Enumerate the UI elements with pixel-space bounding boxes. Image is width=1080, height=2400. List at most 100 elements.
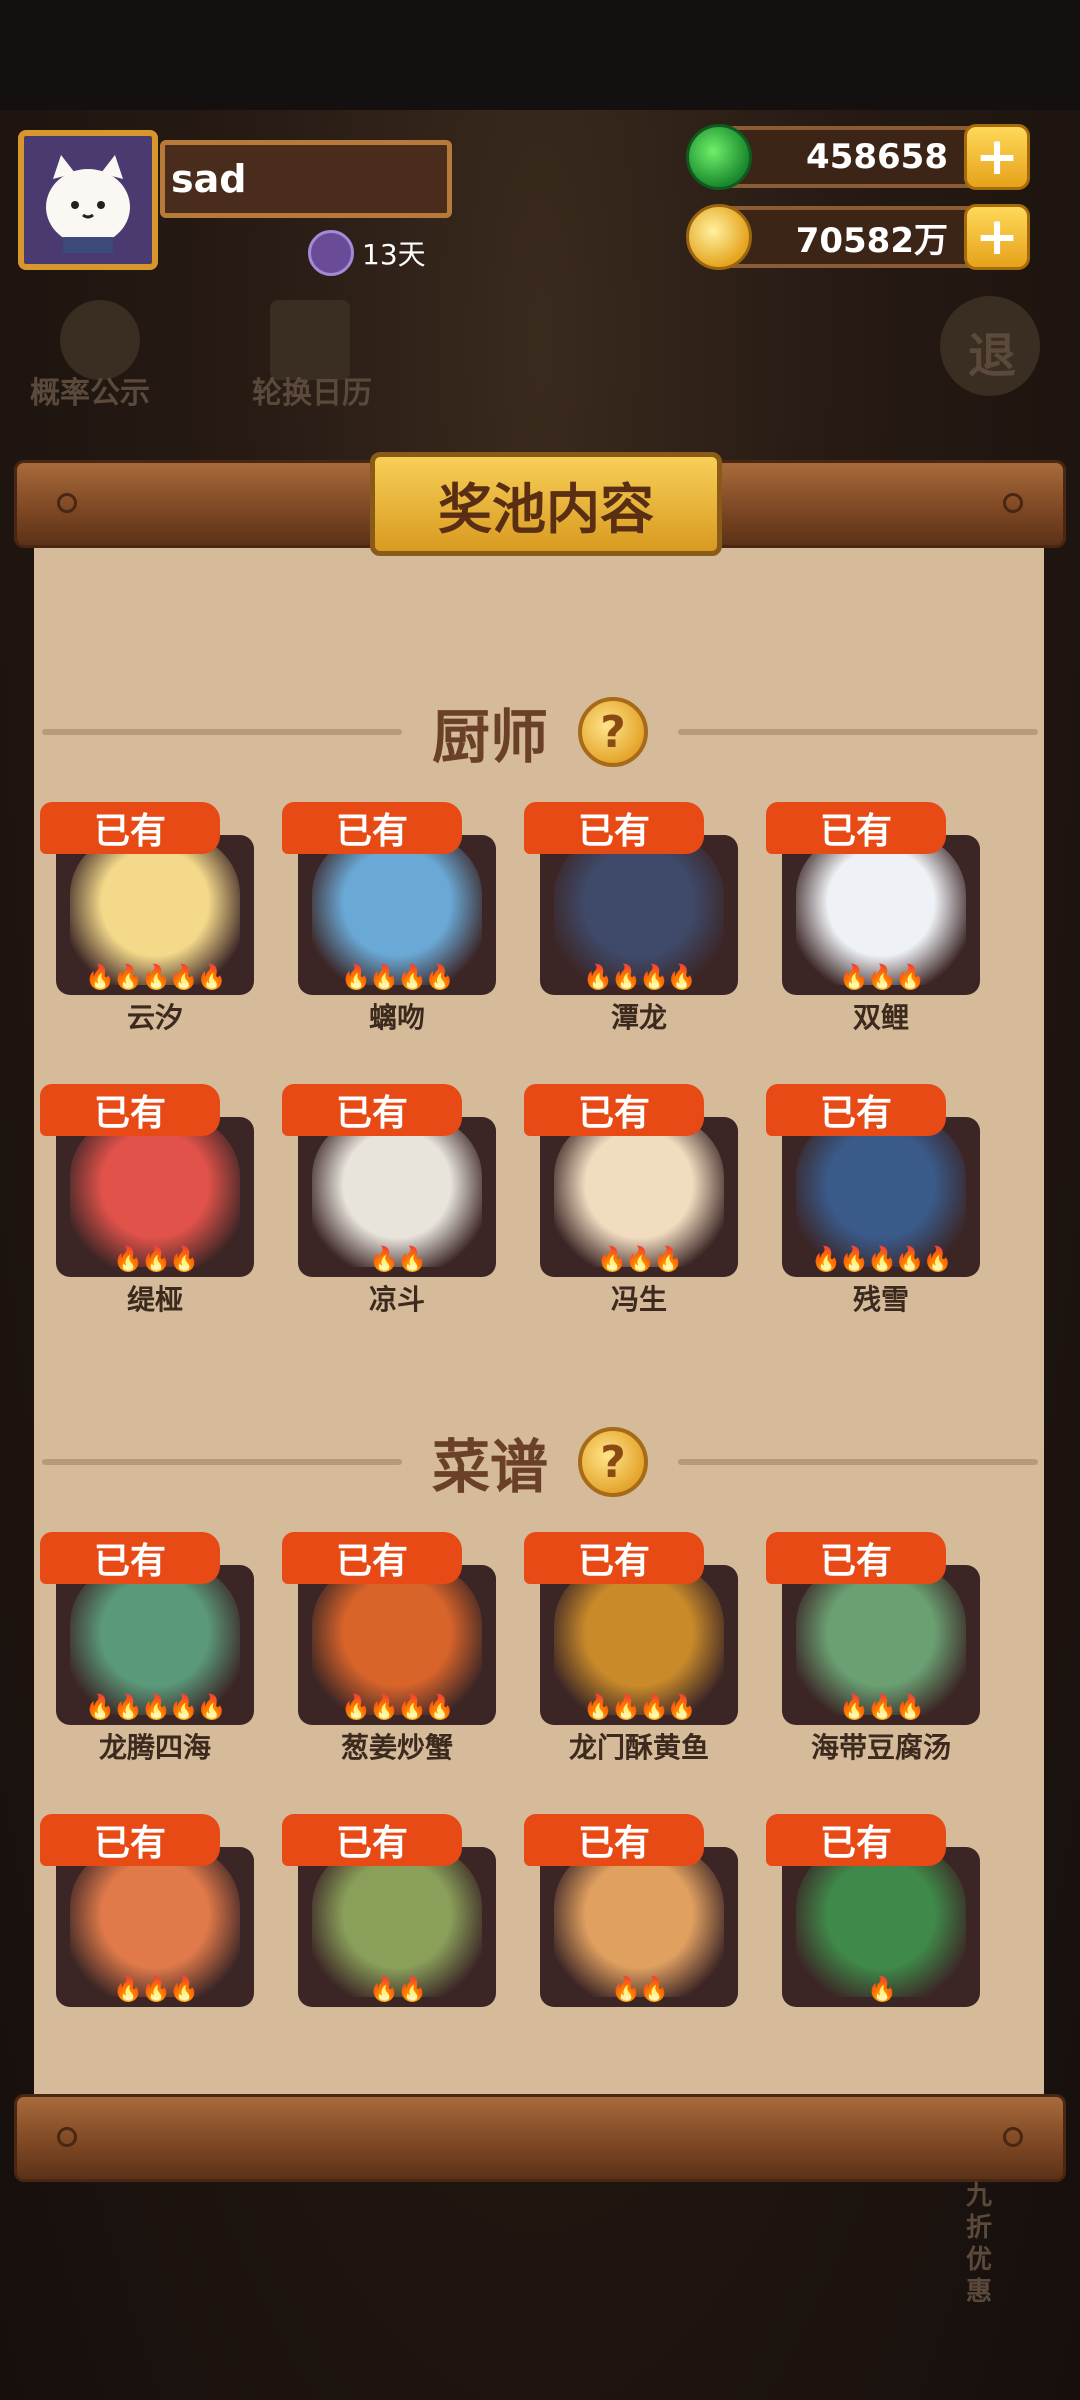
recipe-section-title: 菜谱 <box>431 1433 548 1501</box>
chef-card[interactable]: 🔥🔥🔥 已有 双鲤 <box>766 800 982 1034</box>
recipe-card[interactable]: 🔥 已有 <box>766 1812 982 2022</box>
flame-rating-icon: 🔥🔥🔥🔥 <box>583 1693 697 1721</box>
divider <box>678 729 1038 735</box>
chef-card[interactable]: 🔥🔥🔥🔥 已有 潭龙 <box>524 800 740 1034</box>
chef-name: 缇桠 <box>126 1283 183 1316</box>
top-bar <box>0 0 1080 110</box>
flame-rating-icon: 🔥🔥🔥 <box>113 1975 199 2003</box>
exit-label: 退 <box>968 328 1017 384</box>
recipe-frame: 🔥🔥 <box>540 1847 738 2007</box>
chef-name: 凉斗 <box>368 1283 425 1316</box>
flame-rating-icon: 🔥🔥 <box>369 1245 427 1273</box>
avatar-small-icon <box>308 230 354 276</box>
chef-card[interactable]: 🔥🔥 已有凉斗 <box>282 1082 498 1316</box>
recipe-frame: 🔥🔥 <box>298 1847 496 2007</box>
recipe-card[interactable]: 🔥🔥🔥🔥 已有龙门酥黄鱼 <box>524 1530 740 1764</box>
recipe-name: 海带豆腐汤 <box>810 1731 951 1764</box>
chef-name: 冯生 <box>610 1283 667 1316</box>
coin-currency: 70582万 + <box>686 204 1030 270</box>
cat-avatar-icon <box>46 155 130 253</box>
flame-rating-icon: 🔥🔥🔥 <box>113 1245 199 1273</box>
owned-badge: 已有 <box>766 1532 946 1584</box>
owned-badge: 已有 <box>40 1814 220 1866</box>
chef-section-header: 厨师 ? <box>0 690 1080 774</box>
panel-title: 奖池内容 <box>370 452 722 556</box>
owned-badge: 已有 <box>766 1084 946 1136</box>
owned-badge: 已有 <box>40 1084 220 1136</box>
panel-title-text: 奖池内容 <box>438 477 654 541</box>
chef-frame: 🔥🔥 <box>298 1117 496 1277</box>
recipe-card[interactable]: 🔥🔥🔥 已有海带豆腐汤 <box>766 1530 982 1764</box>
chef-card[interactable]: 🔥🔥🔥🔥🔥 已有云汐 <box>40 800 256 1034</box>
rod-knob <box>1003 2127 1023 2147</box>
owned-badge: 已有 <box>524 802 704 854</box>
days-text: 13天 <box>362 238 426 271</box>
recipe-frame: 🔥🔥🔥🔥 <box>540 1565 738 1725</box>
recipe-name: 龙腾四海 <box>98 1731 211 1764</box>
divider <box>41 729 402 735</box>
chef-frame: 🔥🔥🔥 <box>56 1117 254 1277</box>
owned-badge: 已有 <box>40 1532 220 1584</box>
chef-card[interactable]: 🔥🔥🔥🔥 已有 螭吻 <box>282 800 498 1034</box>
probability-button[interactable]: 概率公示 <box>30 368 150 412</box>
flame-rating-icon: 🔥🔥🔥🔥 <box>583 963 697 991</box>
add-jade-button[interactable]: + <box>964 124 1030 190</box>
chef-name: 云汐 <box>126 1001 183 1034</box>
chef-card[interactable]: 🔥🔥🔥 已有缇桠 <box>40 1082 256 1316</box>
player-name: sad <box>160 140 452 218</box>
flame-rating-icon: 🔥🔥🔥 <box>839 963 925 991</box>
player-name-text: sad <box>171 157 247 201</box>
chef-frame: 🔥🔥🔥🔥🔥 <box>56 835 254 995</box>
question-icon: ? <box>600 1436 626 1488</box>
recipe-card[interactable]: 🔥🔥🔥🔥 已有葱姜炒蟹 <box>282 1530 498 1764</box>
chef-card[interactable]: 🔥🔥🔥🔥🔥 已有残雪 <box>766 1082 982 1316</box>
recipe-help-button[interactable]: ? <box>578 1427 648 1497</box>
owned-badge: 已有 <box>282 1084 462 1136</box>
flame-rating-icon: 🔥🔥🔥🔥🔥 <box>85 1693 226 1721</box>
owned-badge: 已有 <box>524 1532 704 1584</box>
rod-knob <box>57 493 77 513</box>
divider <box>678 1459 1038 1465</box>
coin-amount: 70582万 <box>795 220 948 261</box>
recipe-frame: 🔥🔥🔥 <box>782 1565 980 1725</box>
recipe-card[interactable]: 🔥🔥 已有 <box>524 1812 740 2022</box>
flame-rating-icon: 🔥🔥🔥 <box>839 1693 925 1721</box>
chef-card[interactable]: 🔥🔥🔥 已有冯生 <box>524 1082 740 1316</box>
recipe-frame: 🔥 <box>782 1847 980 2007</box>
flame-rating-icon: 🔥🔥🔥🔥 <box>341 963 455 991</box>
recipe-name: 龙门酥黄鱼 <box>568 1731 709 1764</box>
chef-frame: 🔥🔥🔥🔥 <box>298 835 496 995</box>
discount-tag[interactable]: 九折优惠 <box>966 2180 1014 2308</box>
chef-frame: 🔥🔥🔥 <box>782 835 980 995</box>
chef-frame: 🔥🔥🔥🔥🔥 <box>782 1117 980 1277</box>
flame-rating-icon: 🔥🔥 <box>611 1975 669 2003</box>
owned-badge: 已有 <box>282 1532 462 1584</box>
plus-icon: + <box>975 207 1019 267</box>
chef-frame: 🔥🔥🔥 <box>540 1117 738 1277</box>
add-coin-button[interactable]: + <box>964 204 1030 270</box>
chef-name: 残雪 <box>852 1283 909 1316</box>
owned-badge: 已有 <box>524 1084 704 1136</box>
recipe-name: 葱姜炒蟹 <box>340 1731 453 1764</box>
flame-rating-icon: 🔥🔥🔥 <box>597 1245 683 1273</box>
recipe-card[interactable]: 🔥🔥🔥🔥🔥 已有龙腾四海 <box>40 1530 256 1764</box>
days-indicator: 13天 <box>308 230 426 276</box>
calendar-button[interactable]: 轮换日历 <box>252 368 372 412</box>
flame-rating-icon: 🔥🔥🔥🔥 <box>341 1693 455 1721</box>
recipe-frame: 🔥🔥🔥 <box>56 1847 254 2007</box>
owned-badge: 已有 <box>766 1814 946 1866</box>
owned-badge: 已有 <box>40 802 220 854</box>
jade-icon <box>686 124 752 190</box>
jade-amount: 458658 <box>806 137 948 177</box>
plus-icon: + <box>975 127 1019 187</box>
recipe-section-header: 菜谱 ? <box>0 1420 1080 1504</box>
chef-frame: 🔥🔥🔥🔥 <box>540 835 738 995</box>
chef-help-button[interactable]: ? <box>578 697 648 767</box>
recipe-card[interactable]: 🔥🔥 已有 <box>282 1812 498 2022</box>
owned-badge: 已有 <box>282 1814 462 1866</box>
recipe-card[interactable]: 🔥🔥🔥 已有 <box>40 1812 256 2022</box>
avatar[interactable] <box>18 130 158 270</box>
question-icon: ? <box>600 706 626 758</box>
flame-rating-icon: 🔥🔥🔥🔥🔥 <box>85 963 226 991</box>
coin-icon <box>686 204 752 270</box>
